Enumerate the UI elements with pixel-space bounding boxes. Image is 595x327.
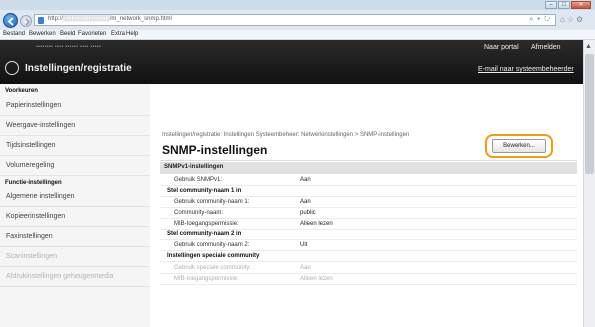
- breadcrumb: Instellingen/registratie: Instellingen S…: [162, 132, 410, 138]
- back-button[interactable]: [3, 13, 18, 28]
- scroll-thumb[interactable]: [585, 54, 594, 174]
- sidebar-item-media-print[interactable]: Afdrukinstellingen geheugenmedia: [0, 267, 150, 287]
- admin-mail-link[interactable]: E-mail naar systeembeheerder: [478, 66, 574, 73]
- edit-button[interactable]: Bewerken...: [492, 139, 546, 153]
- sidebar-item-volume[interactable]: Volumeregeling: [0, 156, 150, 176]
- setting-label: Community-naam:: [174, 210, 224, 216]
- device-info: •••••••• •••• •••••• •••• •••••: [36, 44, 102, 50]
- subheader-community1: Stel community-naam 1 in: [160, 187, 577, 197]
- subheader-label: Stel community-naam 2 in: [167, 231, 242, 237]
- setting-label: MIB-toegangspermissie:: [174, 276, 239, 282]
- scroll-up-icon[interactable]: ▲: [585, 43, 592, 50]
- menu-tools[interactable]: Extra: [111, 31, 125, 37]
- subheader-label: Instellingen speciale community: [167, 253, 260, 259]
- settings-logo-icon: [5, 61, 19, 75]
- menu-favorites[interactable]: Favorieten: [78, 31, 106, 37]
- app-header: •••••••• •••• •••••• •••• ••••• Instelli…: [0, 40, 583, 84]
- subheader-community2: Stel community-naam 2 in: [160, 230, 577, 240]
- back-arrow-icon: [7, 17, 14, 26]
- menu-edit[interactable]: Bewerken: [29, 31, 56, 37]
- menu-bar: Bestand Bewerken Beeld Favorieten Extra …: [0, 30, 595, 40]
- setting-label: Gebruik community-naam 2:: [174, 242, 250, 248]
- sidebar-item-general[interactable]: Algemene instellingen: [0, 187, 150, 207]
- sidebar-item-label: Afdrukinstellingen geheugenmedia: [6, 273, 114, 280]
- subheader-special-community: Instellingen speciale community: [160, 252, 577, 262]
- setting-value: Alleen lezen: [300, 276, 333, 282]
- logout-link[interactable]: Afmelden: [531, 44, 561, 51]
- menu-file[interactable]: Bestand: [3, 31, 25, 37]
- window-title-bar: – □ ✕: [0, 0, 595, 10]
- home-star-gear-icons[interactable]: ⌂☆⚙: [560, 15, 585, 24]
- close-window-button[interactable]: ✕: [571, 1, 591, 9]
- sidebar-item-display[interactable]: Weergave-instellingen: [0, 116, 150, 136]
- setting-row-use-snmpv1: Gebruik SNMPv1: Aan: [160, 175, 577, 186]
- setting-label: Gebruik SNMPv1:: [174, 177, 223, 183]
- setting-label: Gebruik community-naam 1:: [174, 199, 250, 205]
- sidebar-item-label: Algemene instellingen: [6, 193, 75, 200]
- url-text: http://░░░░░░░░░░░/m_network_snmp.html: [48, 16, 172, 22]
- search-refresh-icons[interactable]: ⌕ ▾ ↻: [529, 16, 551, 24]
- header-title: Instellingen/registratie: [25, 63, 132, 74]
- setting-row-use-special: Gebruik speciale community: Aan: [160, 263, 577, 274]
- forward-arrow-icon: [25, 18, 30, 26]
- sidebar-item-timer[interactable]: Tijdsinstellingen: [0, 136, 150, 156]
- address-bar[interactable]: http://░░░░░░░░░░░/m_network_snmp.html ⌕…: [34, 14, 556, 26]
- sidebar-item-label: Papierinstellingen: [6, 102, 62, 109]
- subheader-label: Stel community-naam 1 in: [167, 188, 242, 194]
- sidebar-item-label: Volumeregeling: [6, 162, 55, 169]
- page-icon: [38, 17, 44, 24]
- menu-help[interactable]: Help: [126, 31, 138, 37]
- setting-value: Aan: [300, 177, 311, 183]
- sidebar-item-paper[interactable]: Papierinstellingen: [0, 96, 150, 116]
- sidebar-item-copy[interactable]: Kopieerinstellingen: [0, 207, 150, 227]
- main-content: Instellingen/registratie: Instellingen S…: [150, 84, 583, 327]
- menu-view[interactable]: Beeld: [60, 31, 75, 37]
- setting-value: Uit: [300, 242, 308, 248]
- forward-button[interactable]: [20, 15, 32, 27]
- vertical-scrollbar[interactable]: ▲: [583, 40, 595, 327]
- sidebar-section-preferences: Voorkeuren: [5, 88, 38, 94]
- maximize-button[interactable]: □: [558, 1, 570, 9]
- section-title: SNMPv1-instellingen: [164, 164, 224, 170]
- page-title: SNMP-instellingen: [162, 143, 268, 157]
- setting-label: MIB-toegangspermissie:: [174, 221, 239, 227]
- setting-row-use-community1: Gebruik community-naam 1: Aan: [160, 197, 577, 208]
- setting-row-mib-access: MIB-toegangspermissie: Alleen lezen: [160, 219, 577, 230]
- sidebar-item-fax[interactable]: Faxinstellingen: [0, 227, 150, 247]
- portal-link[interactable]: Naar portal: [484, 44, 519, 51]
- setting-row-use-community2: Gebruik community-naam 2: Uit: [160, 240, 577, 251]
- sidebar-item-label: Scaninstellingen: [6, 253, 57, 260]
- sidebar: Voorkeuren Papierinstellingen Weergave-i…: [0, 84, 151, 327]
- sidebar-item-label: Weergave-instellingen: [6, 122, 76, 129]
- setting-value: public: [300, 210, 316, 216]
- setting-value: Alleen lezen: [300, 221, 333, 227]
- minimize-button[interactable]: –: [545, 1, 557, 9]
- sidebar-item-label: Kopieerinstellingen: [6, 213, 66, 220]
- setting-row-special-mib: MIB-toegangspermissie: Alleen lezen: [160, 274, 577, 285]
- sidebar-item-label: Faxinstellingen: [6, 233, 53, 240]
- setting-value: Aan: [300, 199, 311, 205]
- setting-label: Gebruik speciale community:: [174, 265, 252, 271]
- sidebar-section-functions: Functie-instellingen: [5, 180, 62, 186]
- sidebar-item-scan[interactable]: Scaninstellingen: [0, 247, 150, 267]
- address-row: http://░░░░░░░░░░░/m_network_snmp.html ⌕…: [0, 10, 595, 30]
- sidebar-item-label: Tijdsinstellingen: [6, 142, 56, 149]
- divider: [160, 160, 577, 161]
- setting-row-community-name: Community-naam: public: [160, 208, 577, 219]
- setting-value: Aan: [300, 265, 311, 271]
- section-header-snmpv1: SNMPv1-instellingen: [160, 162, 577, 174]
